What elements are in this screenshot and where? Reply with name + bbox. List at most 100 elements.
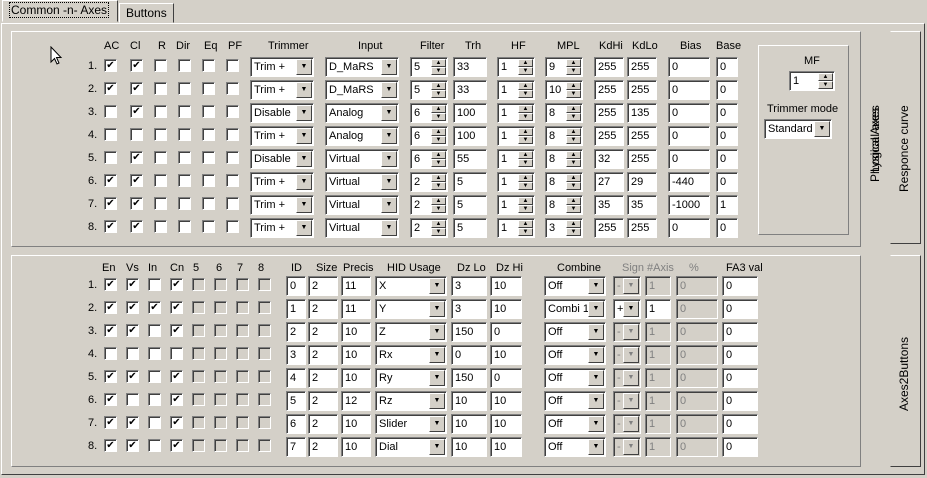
trimmer-select[interactable]: Trim + ▼ (250, 80, 314, 100)
spin-up-icon[interactable]: ▲ (818, 73, 833, 81)
checkbox-ac[interactable]: ✔ (104, 82, 117, 95)
checkbox-cn[interactable]: ✔ (170, 370, 183, 383)
checkbox-vs[interactable]: ✔ (126, 324, 139, 337)
checkbox-r[interactable] (154, 174, 167, 187)
hid-usage-select[interactable]: Z ▼ (375, 322, 447, 342)
dropdown-arrow-icon[interactable]: ▼ (296, 151, 312, 167)
id-field[interactable]: 7 (286, 437, 306, 457)
checkbox-r[interactable] (154, 128, 167, 141)
filter-spinner[interactable]: 5 ▲ ▼ (410, 57, 448, 77)
dropdown-arrow-icon[interactable]: ▼ (381, 128, 397, 144)
size-field[interactable]: 2 (308, 437, 338, 457)
spin-up-icon[interactable]: ▲ (566, 174, 581, 182)
hid-usage-select[interactable]: Rz ▼ (375, 391, 447, 411)
hid-usage-select[interactable]: Dial ▼ (375, 437, 447, 457)
spin-up-icon[interactable]: ▲ (518, 82, 533, 90)
dzlo-field[interactable]: 150 (451, 322, 487, 342)
dropdown-arrow-icon[interactable]: ▼ (381, 82, 397, 98)
trimmer-select[interactable]: Disable ▼ (250, 149, 314, 169)
size-field[interactable]: 2 (308, 276, 338, 296)
axis-field[interactable]: 1 (645, 299, 671, 319)
checkbox-r[interactable] (154, 197, 167, 210)
spin-down-icon[interactable]: ▼ (518, 228, 533, 236)
dropdown-arrow-icon[interactable]: ▼ (623, 416, 639, 432)
dzlo-field[interactable]: 0 (451, 345, 487, 365)
dropdown-arrow-icon[interactable]: ▼ (296, 59, 312, 75)
spin-down-icon[interactable]: ▼ (518, 159, 533, 167)
precis-field[interactable]: 11 (341, 299, 371, 319)
checkbox-in[interactable]: ✔ (148, 301, 161, 314)
id-field[interactable]: 0 (286, 276, 306, 296)
bias-field[interactable]: 0 (668, 80, 710, 100)
kdlo-field[interactable]: 255 (627, 80, 657, 100)
trh-field[interactable]: 5 (453, 195, 487, 215)
dropdown-arrow-icon[interactable]: ▼ (623, 370, 639, 386)
dzhi-field[interactable]: 10 (490, 299, 522, 319)
input-select[interactable]: Analog ▼ (325, 103, 399, 123)
bias-field[interactable]: -1000 (668, 195, 710, 215)
mpl-spinner[interactable]: 8 ▲ ▼ (545, 149, 583, 169)
filter-spinner[interactable]: 6 ▲ ▼ (410, 149, 448, 169)
sign-select[interactable]: + ▼ (613, 299, 641, 319)
hf-spinner[interactable]: 1 ▲ ▼ (497, 57, 535, 77)
checkbox-in[interactable] (148, 370, 161, 383)
spin-down-icon[interactable]: ▼ (518, 90, 533, 98)
dropdown-arrow-icon[interactable]: ▼ (814, 121, 830, 137)
mpl-spinner[interactable]: 8 ▲ ▼ (545, 103, 583, 123)
fa3-field[interactable]: 0 (722, 414, 758, 434)
checkbox-eq[interactable] (202, 105, 215, 118)
checkbox-cn[interactable]: ✔ (170, 439, 183, 452)
dzhi-field[interactable]: 10 (490, 437, 522, 457)
filter-spinner[interactable]: 2 ▲ ▼ (410, 172, 448, 192)
dropdown-arrow-icon[interactable]: ▼ (381, 220, 397, 236)
checkbox-ac[interactable]: ✔ (104, 174, 117, 187)
kdlo-field[interactable]: 255 (627, 126, 657, 146)
checkbox-cn[interactable]: ✔ (170, 324, 183, 337)
dropdown-arrow-icon[interactable]: ▼ (429, 301, 445, 317)
dropdown-arrow-icon[interactable]: ▼ (429, 370, 445, 386)
spin-down-icon[interactable]: ▼ (566, 67, 581, 75)
trimmer-select[interactable]: Trim + ▼ (250, 218, 314, 238)
input-select[interactable]: Analog ▼ (325, 126, 399, 146)
hf-spinner[interactable]: 1 ▲ ▼ (497, 172, 535, 192)
spin-down-icon[interactable]: ▼ (566, 159, 581, 167)
trh-field[interactable]: 100 (453, 103, 487, 123)
checkbox-in[interactable] (148, 439, 161, 452)
checkbox-en[interactable]: ✔ (104, 301, 117, 314)
size-field[interactable]: 2 (308, 345, 338, 365)
base-field[interactable]: 0 (716, 149, 738, 169)
precis-field[interactable]: 10 (341, 322, 371, 342)
checkbox-eq[interactable] (202, 59, 215, 72)
size-field[interactable]: 2 (308, 322, 338, 342)
spin-up-icon[interactable]: ▲ (566, 82, 581, 90)
dropdown-arrow-icon[interactable]: ▼ (429, 347, 445, 363)
spin-up-icon[interactable]: ▲ (566, 197, 581, 205)
kdlo-field[interactable]: 255 (627, 218, 657, 238)
spin-up-icon[interactable]: ▲ (566, 105, 581, 113)
hid-usage-select[interactable]: Y ▼ (375, 299, 447, 319)
dropdown-arrow-icon[interactable]: ▼ (381, 174, 397, 190)
checkbox-r[interactable] (154, 220, 167, 233)
combine-select[interactable]: Off ▼ (544, 414, 606, 434)
checkbox-pf[interactable] (226, 59, 239, 72)
fa3-field[interactable]: 0 (722, 368, 758, 388)
fa3-field[interactable]: 0 (722, 322, 758, 342)
kdhi-field[interactable]: 255 (594, 57, 624, 77)
checkbox-vs[interactable] (126, 347, 139, 360)
checkbox-cl[interactable]: ✔ (130, 151, 143, 164)
spin-up-icon[interactable]: ▲ (431, 220, 446, 228)
dropdown-arrow-icon[interactable]: ▼ (429, 393, 445, 409)
checkbox-in[interactable] (148, 278, 161, 291)
fa3-field[interactable]: 0 (722, 299, 758, 319)
input-select[interactable]: Virtual ▼ (325, 218, 399, 238)
checkbox-dir[interactable] (178, 128, 191, 141)
spin-up-icon[interactable]: ▲ (431, 105, 446, 113)
spin-up-icon[interactable]: ▲ (431, 174, 446, 182)
spin-up-icon[interactable]: ▲ (518, 174, 533, 182)
dropdown-arrow-icon[interactable]: ▼ (296, 128, 312, 144)
trimmer-select[interactable]: Disable ▼ (250, 103, 314, 123)
spin-down-icon[interactable]: ▼ (431, 182, 446, 190)
fa3-field[interactable]: 0 (722, 345, 758, 365)
checkbox-dir[interactable] (178, 220, 191, 233)
hf-spinner[interactable]: 1 ▲ ▼ (497, 195, 535, 215)
